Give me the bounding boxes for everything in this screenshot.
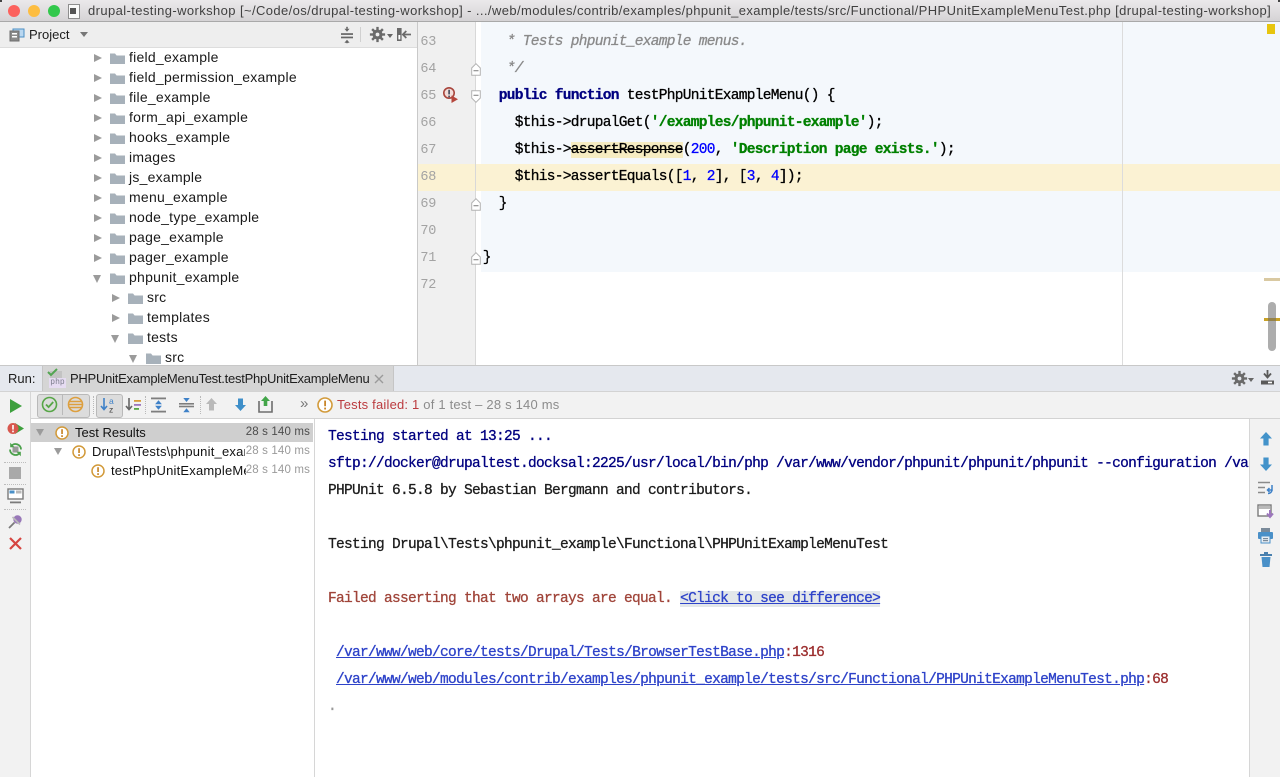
svg-text:z: z <box>109 405 113 415</box>
